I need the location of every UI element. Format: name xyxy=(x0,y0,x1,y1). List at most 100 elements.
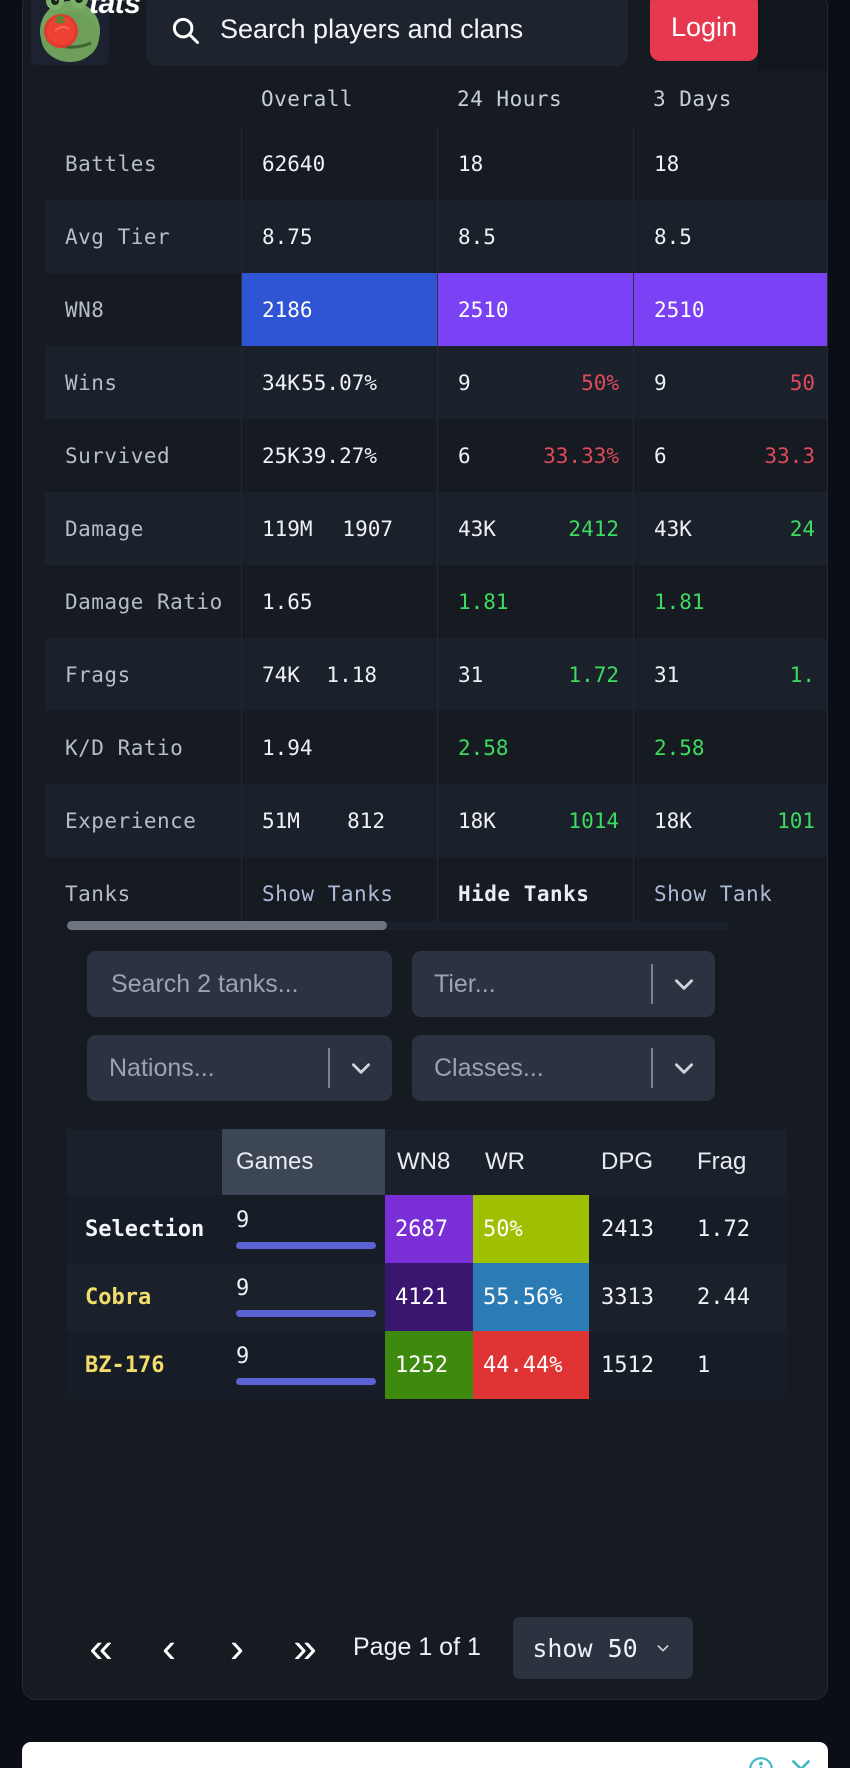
tank-name[interactable]: Cobra xyxy=(67,1263,222,1331)
show-tanks-overall-link[interactable]: Show Tanks xyxy=(262,882,393,906)
tank-frags: 1.72 xyxy=(697,1216,750,1242)
first-page-button[interactable]: « xyxy=(67,1616,135,1680)
row-label: Avg Tier xyxy=(65,224,171,249)
cell-24h: Hide Tanks xyxy=(437,857,633,927)
pagination: « ‹ › » Page 1 of 1 show 50 xyxy=(67,1603,787,1693)
global-search[interactable]: Search players and clans xyxy=(146,0,628,66)
player-stats-card: tats W xyxy=(22,0,828,1700)
summary-stats-table: Overall 24 Hours 3 Days Battles 62640 18… xyxy=(45,71,827,927)
cell-overall: 1.94 xyxy=(241,711,437,784)
games-bar xyxy=(236,1241,376,1249)
classes-select[interactable]: Classes... xyxy=(412,1035,715,1101)
summary-row-frags: Frags 74K 1.18 31 1.72 31 1. xyxy=(45,638,827,711)
column-header-3d: 3 Days xyxy=(653,87,732,111)
tank-wr: 50% xyxy=(473,1195,589,1263)
cell-3d-wn8: 2510 xyxy=(633,273,827,346)
summary-row-tanks: Tanks Show Tanks Hide Tanks Show Tank xyxy=(45,857,827,927)
chevron-down-icon xyxy=(346,1055,376,1081)
table-row[interactable]: Selection 9 2687 50% 2413 1.72 xyxy=(67,1195,787,1263)
row-label: Experience xyxy=(65,808,197,833)
summary-row-survived: Survived 25K 39.27% 6 33.33% 6 33.3 xyxy=(45,419,827,492)
banner-icons xyxy=(748,1756,814,1768)
filter-row-1: Search 2 tanks... Tier... xyxy=(87,951,715,1017)
column-header-wr[interactable]: WR xyxy=(473,1129,589,1195)
next-page-button[interactable]: › xyxy=(203,1616,271,1680)
row-label: Wins xyxy=(65,370,118,395)
cell-24h: 18 xyxy=(437,127,633,200)
tank-dpg: 1512 xyxy=(601,1352,654,1378)
cell-24h: 6 33.33% xyxy=(437,419,633,492)
summary-row-battles: Battles 62640 18 18 xyxy=(45,127,827,200)
brand-text-left: tats xyxy=(89,0,141,20)
summary-row-experience: Experience 51M 812 18K 1014 18K 101 xyxy=(45,784,827,857)
summary-horizontal-scrollbar[interactable] xyxy=(67,921,729,930)
prev-page-button[interactable]: ‹ xyxy=(135,1616,203,1680)
cell-3d: 43K 24 xyxy=(633,492,827,565)
search-input[interactable]: Search players and clans xyxy=(220,14,523,45)
tier-select-value: Tier... xyxy=(434,969,496,998)
cell-3d: 6 33.3 xyxy=(633,419,827,492)
row-label: Damage xyxy=(65,516,144,541)
column-header-overall: Overall xyxy=(261,87,354,111)
tank-wn8: 4121 xyxy=(385,1263,473,1331)
summary-row-avg-tier: Avg Tier 8.75 8.5 8.5 xyxy=(45,200,827,273)
search-icon xyxy=(170,15,200,45)
row-label: WN8 xyxy=(65,297,105,322)
cell-24h: 1.81 xyxy=(437,565,633,638)
tank-name[interactable]: BZ-176 xyxy=(67,1331,222,1399)
cell-24h: 2.58 xyxy=(437,711,633,784)
cell-overall-wn8: 2186 xyxy=(241,273,437,346)
table-row[interactable]: BZ-176 9 1252 44.44% 1512 1 xyxy=(67,1331,787,1399)
select-divider xyxy=(651,1048,653,1088)
column-header-frag[interactable]: Frag xyxy=(685,1129,787,1195)
tank-dpg: 3313 xyxy=(601,1284,654,1310)
close-icon[interactable] xyxy=(788,1756,814,1768)
tanks-table: Games WN8 WR DPG Frag Selection 9 2687 5… xyxy=(67,1129,787,1399)
chevron-down-icon xyxy=(669,971,699,997)
show-tanks-3d-link[interactable]: Show Tank xyxy=(654,882,772,906)
select-divider xyxy=(651,964,653,1004)
tank-wn8: 1252 xyxy=(385,1331,473,1399)
info-icon[interactable] xyxy=(748,1756,774,1768)
last-page-button[interactable]: » xyxy=(271,1616,339,1680)
filter-row-2: Nations... Classes... xyxy=(87,1035,715,1101)
row-label: Damage Ratio xyxy=(65,589,223,614)
cell-overall: 62640 xyxy=(241,127,437,200)
games-bar xyxy=(236,1377,376,1385)
tank-frags: 1 xyxy=(697,1352,711,1378)
row-label: Battles xyxy=(65,151,158,176)
header-right-fill xyxy=(758,0,827,71)
chevron-down-icon xyxy=(652,1640,674,1656)
column-header-games[interactable]: Games xyxy=(222,1129,385,1195)
cell-3d: Show Tank xyxy=(633,857,827,927)
rows-per-page-select[interactable]: show 50 xyxy=(513,1617,693,1679)
scrollbar-thumb[interactable] xyxy=(67,921,387,930)
cell-3d: 1.81 xyxy=(633,565,827,638)
column-header-wn8[interactable]: WN8 xyxy=(385,1129,473,1195)
summary-row-damage: Damage 119M 1907 43K 2412 43K 24 xyxy=(45,492,827,565)
tank-wn8: 2687 xyxy=(385,1195,473,1263)
cell-24h: 18K 1014 xyxy=(437,784,633,857)
app-root: tats W xyxy=(0,0,850,1768)
row-label: Survived xyxy=(65,443,171,468)
login-button[interactable]: Login xyxy=(650,0,758,61)
cell-3d: 2.58 xyxy=(633,711,827,784)
tank-filters: Search 2 tanks... Tier... Nations... Cla… xyxy=(87,951,715,1119)
tier-select[interactable]: Tier... xyxy=(412,951,715,1017)
tank-games: 9 xyxy=(222,1331,385,1399)
column-header-dpg[interactable]: DPG xyxy=(589,1129,685,1195)
bottom-banner xyxy=(22,1742,828,1768)
table-row[interactable]: Cobra 9 4121 55.56% 3313 2.44 xyxy=(67,1263,787,1331)
tank-games: 9 xyxy=(222,1263,385,1331)
tank-search-input[interactable]: Search 2 tanks... xyxy=(87,951,392,1017)
nations-select[interactable]: Nations... xyxy=(87,1035,392,1101)
app-header: tats W xyxy=(23,0,827,71)
summary-row-damage-ratio: Damage Ratio 1.65 1.81 1.81 xyxy=(45,565,827,638)
cell-overall: 25K 39.27% xyxy=(241,419,437,492)
cell-overall: 74K 1.18 xyxy=(241,638,437,711)
column-header-name[interactable] xyxy=(67,1129,222,1195)
rows-per-page-value: show 50 xyxy=(532,1633,638,1663)
tank-games: 9 xyxy=(222,1195,385,1263)
hide-tanks-24h-link[interactable]: Hide Tanks xyxy=(458,882,589,906)
chevron-down-icon xyxy=(669,1055,699,1081)
